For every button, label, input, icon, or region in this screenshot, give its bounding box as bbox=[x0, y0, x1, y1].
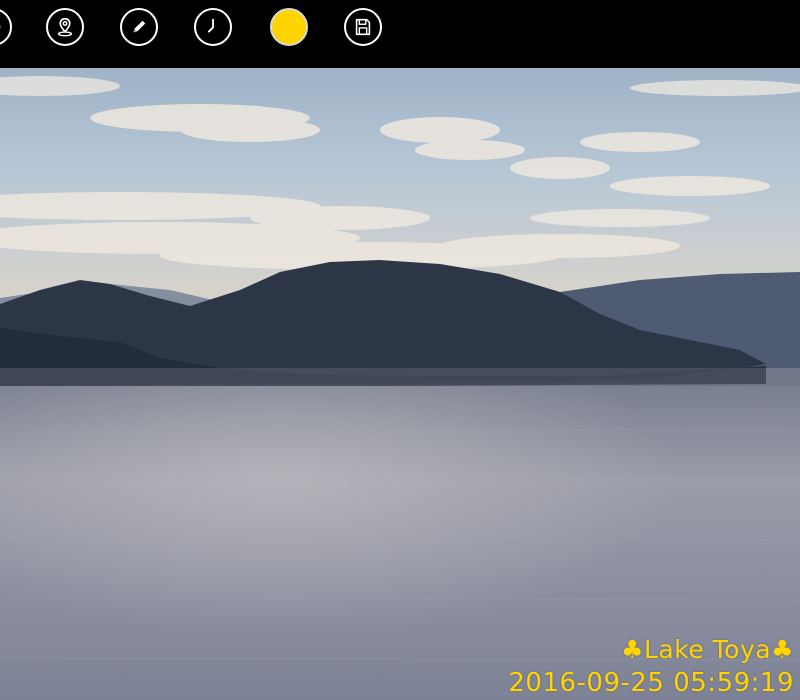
lake-scene-image bbox=[0, 68, 800, 700]
map-pin-icon bbox=[57, 17, 73, 37]
toolbar bbox=[0, 0, 800, 68]
pencil-icon bbox=[133, 20, 146, 33]
location-button[interactable] bbox=[46, 8, 84, 46]
landscape-photo: ♣Lake Toya♣ 2016-09-25 05:59:19 bbox=[0, 68, 800, 700]
edit-button[interactable] bbox=[120, 8, 158, 46]
floppy-disk-icon bbox=[355, 18, 371, 36]
clock-icon bbox=[207, 18, 214, 33]
time-button[interactable] bbox=[194, 8, 232, 46]
color-swatch-button[interactable] bbox=[270, 8, 308, 46]
photo-timestamp: 2016-09-25 05:59:19 bbox=[508, 668, 794, 698]
circle-icon[interactable] bbox=[0, 8, 12, 46]
save-button[interactable] bbox=[344, 8, 382, 46]
photo-caption-title: ♣Lake Toya♣ bbox=[621, 635, 794, 664]
